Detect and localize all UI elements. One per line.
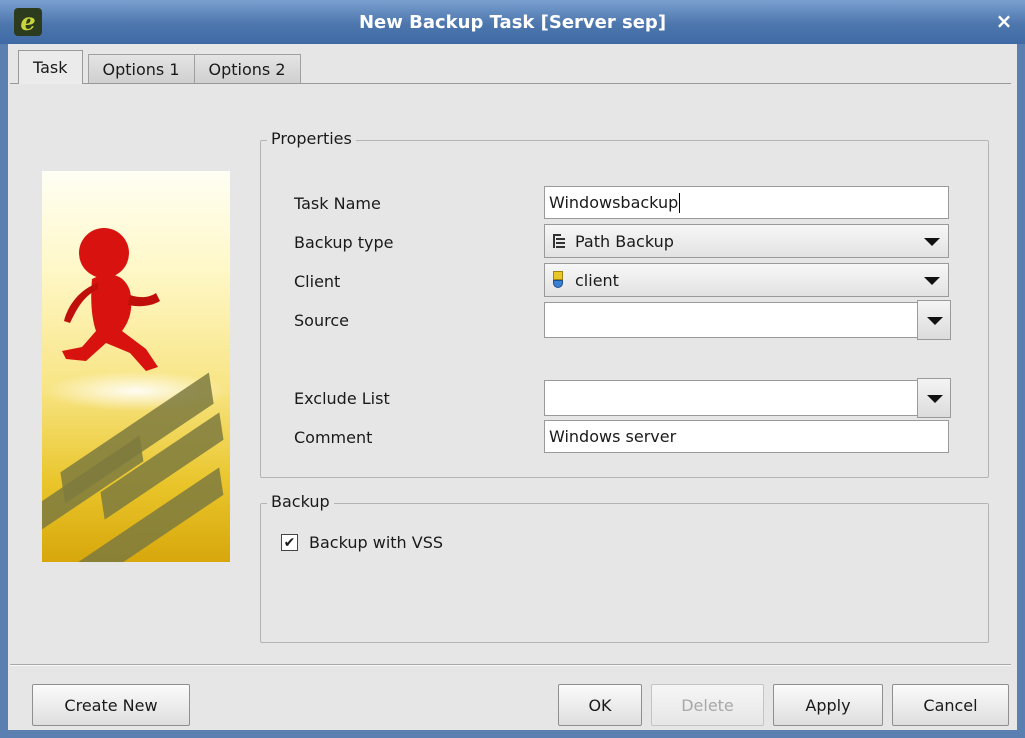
source-dropdown-button[interactable] [917, 300, 951, 340]
button-separator [10, 664, 1011, 666]
vss-checkbox-label[interactable]: Backup with VSS [309, 533, 443, 552]
exclude-list-input[interactable] [544, 380, 918, 416]
vss-checkbox[interactable]: ✔ [281, 534, 298, 551]
backup-legend: Backup [267, 492, 334, 511]
tab-bar: Task Options 1 Options 2 [18, 50, 301, 84]
task-name-label: Task Name [294, 194, 381, 213]
path-backup-icon [551, 233, 567, 249]
client-value: client [575, 270, 619, 290]
window-title: New Backup Task [Server sep] [358, 11, 667, 33]
title-bar[interactable]: e New Backup Task [Server sep] × [0, 0, 1025, 44]
backup-type-select[interactable]: Path Backup [544, 224, 949, 258]
source-label: Source [294, 311, 349, 330]
client-icon [551, 271, 565, 289]
check-icon: ✔ [283, 534, 296, 551]
comment-value: Windows server [549, 427, 677, 446]
comment-label: Comment [294, 428, 373, 447]
exclude-list-label: Exclude List [294, 389, 390, 408]
task-name-value: Windowsbackup [549, 193, 679, 212]
close-icon[interactable]: × [993, 9, 1015, 33]
properties-legend: Properties [267, 129, 356, 148]
app-icon: e [14, 8, 42, 36]
tab-options-2[interactable]: Options 2 [193, 54, 301, 84]
cancel-button[interactable]: Cancel [892, 684, 1009, 726]
chevron-down-icon [924, 277, 940, 285]
chevron-down-icon [924, 238, 940, 246]
running-figure-icon [62, 228, 160, 371]
chevron-down-icon [927, 395, 943, 403]
source-input[interactable] [544, 302, 918, 338]
backup-type-label: Backup type [294, 233, 394, 252]
client-select[interactable]: client [544, 263, 949, 297]
backup-type-value: Path Backup [575, 231, 674, 251]
client-label: Client [294, 272, 341, 291]
tab-options-1[interactable]: Options 1 [87, 54, 195, 84]
backup-group: Backup [260, 492, 989, 643]
exclude-list-dropdown-button[interactable] [917, 378, 951, 418]
comment-input[interactable]: Windows server [544, 420, 949, 453]
create-new-button[interactable]: Create New [32, 684, 190, 726]
apply-button[interactable]: Apply [773, 684, 883, 726]
ok-button[interactable]: OK [558, 684, 642, 726]
task-name-input[interactable]: Windowsbackup [544, 186, 949, 219]
chevron-down-icon [927, 317, 943, 325]
side-image [42, 171, 230, 562]
delete-button[interactable]: Delete [651, 684, 764, 726]
tab-task[interactable]: Task [18, 50, 83, 84]
